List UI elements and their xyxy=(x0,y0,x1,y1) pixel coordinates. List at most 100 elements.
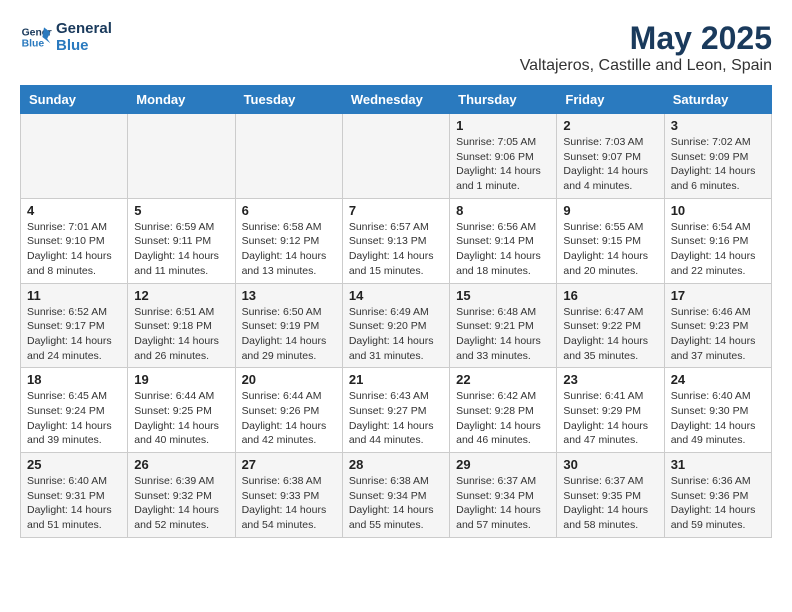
day-info: Sunrise: 6:39 AMSunset: 9:32 PMDaylight:… xyxy=(134,474,228,533)
day-info: Sunrise: 6:57 AMSunset: 9:13 PMDaylight:… xyxy=(349,220,443,279)
calendar-cell: 31Sunrise: 6:36 AMSunset: 9:36 PMDayligh… xyxy=(664,453,771,538)
weekday-header: Friday xyxy=(557,86,664,114)
day-number: 12 xyxy=(134,288,228,303)
calendar-header: SundayMondayTuesdayWednesdayThursdayFrid… xyxy=(21,86,772,114)
weekday-header: Wednesday xyxy=(342,86,449,114)
day-number: 3 xyxy=(671,118,765,133)
weekday-header: Sunday xyxy=(21,86,128,114)
calendar-cell: 30 Sunrise: 6:37 AMSunset: 9:35 PMDayligh… xyxy=(557,453,664,538)
calendar-cell: 7Sunrise: 6:57 AMSunset: 9:13 PMDaylight… xyxy=(342,198,449,283)
day-number: 28 xyxy=(349,457,443,472)
day-info: Sunrise: 6:40 AMSunset: 9:31 PMDaylight:… xyxy=(27,474,121,533)
day-info: Sunrise: 6:49 AMSunset: 9:20 PMDaylight:… xyxy=(349,305,443,364)
calendar-cell: 11 Sunrise: 6:52 AMSunset: 9:17 PMDayligh… xyxy=(21,283,128,368)
calendar-cell: 27 Sunrise: 6:38 AMSunset: 9:33 PMDayligh… xyxy=(235,453,342,538)
weekday-header: Thursday xyxy=(450,86,557,114)
calendar-cell: 9Sunrise: 6:55 AMSunset: 9:15 PMDaylight… xyxy=(557,198,664,283)
day-number: 26 xyxy=(134,457,228,472)
day-number: 1 xyxy=(456,118,550,133)
calendar-cell: 12 Sunrise: 6:51 AMSunset: 9:18 PMDayligh… xyxy=(128,283,235,368)
day-number: 17 xyxy=(671,288,765,303)
calendar-cell: 1 Sunrise: 7:05 AMSunset: 9:06 PMDaylight… xyxy=(450,114,557,199)
day-info: Sunrise: 6:37 AMSunset: 9:35 PMDaylight:… xyxy=(563,474,657,533)
logo-icon: General Blue xyxy=(20,21,52,53)
calendar-cell xyxy=(235,114,342,199)
weekday-header: Saturday xyxy=(664,86,771,114)
calendar-cell: 29Sunrise: 6:37 AMSunset: 9:34 PMDayligh… xyxy=(450,453,557,538)
calendar-cell: 24 Sunrise: 6:40 AMSunset: 9:30 PMDayligh… xyxy=(664,368,771,453)
day-number: 16 xyxy=(563,288,657,303)
day-number: 15 xyxy=(456,288,550,303)
calendar-cell: 22 Sunrise: 6:42 AMSunset: 9:28 PMDayligh… xyxy=(450,368,557,453)
day-info: Sunrise: 6:54 AMSunset: 9:16 PMDaylight:… xyxy=(671,220,765,279)
calendar-cell: 18 Sunrise: 6:45 AMSunset: 9:24 PMDayligh… xyxy=(21,368,128,453)
calendar-cell: 26 Sunrise: 6:39 AMSunset: 9:32 PMDayligh… xyxy=(128,453,235,538)
day-number: 24 xyxy=(671,372,765,387)
page-header: General Blue General Blue May 2025 Valta… xyxy=(20,20,772,75)
day-number: 31 xyxy=(671,457,765,472)
calendar-cell: 19 Sunrise: 6:44 AMSunset: 9:25 PMDayligh… xyxy=(128,368,235,453)
day-number: 21 xyxy=(349,372,443,387)
calendar-cell: 25 Sunrise: 6:40 AMSunset: 9:31 PMDayligh… xyxy=(21,453,128,538)
calendar-cell: 3 Sunrise: 7:02 AMSunset: 9:09 PMDaylight… xyxy=(664,114,771,199)
day-info: Sunrise: 6:44 AMSunset: 9:25 PMDaylight:… xyxy=(134,389,228,448)
calendar-cell: 23 Sunrise: 6:41 AMSunset: 9:29 PMDayligh… xyxy=(557,368,664,453)
weekday-header: Monday xyxy=(128,86,235,114)
calendar-cell xyxy=(128,114,235,199)
day-info: Sunrise: 6:59 AMSunset: 9:11 PMDaylight:… xyxy=(134,220,228,279)
day-number: 25 xyxy=(27,457,121,472)
day-number: 22 xyxy=(456,372,550,387)
calendar-cell: 2Sunrise: 7:03 AMSunset: 9:07 PMDaylight… xyxy=(557,114,664,199)
calendar-cell: 21Sunrise: 6:43 AMSunset: 9:27 PMDayligh… xyxy=(342,368,449,453)
title-block: May 2025 Valtajeros, Castille and Leon, … xyxy=(520,20,772,75)
day-info: Sunrise: 6:50 AMSunset: 9:19 PMDaylight:… xyxy=(242,305,336,364)
calendar-cell: 5 Sunrise: 6:59 AMSunset: 9:11 PMDaylight… xyxy=(128,198,235,283)
day-number: 14 xyxy=(349,288,443,303)
day-info: Sunrise: 7:05 AMSunset: 9:06 PMDaylight:… xyxy=(456,135,550,194)
day-info: Sunrise: 6:41 AMSunset: 9:29 PMDaylight:… xyxy=(563,389,657,448)
calendar-cell xyxy=(342,114,449,199)
logo-line1: General xyxy=(56,20,112,37)
day-number: 23 xyxy=(563,372,657,387)
calendar-table: SundayMondayTuesdayWednesdayThursdayFrid… xyxy=(20,85,772,538)
day-number: 8 xyxy=(456,203,550,218)
calendar-cell xyxy=(21,114,128,199)
day-info: Sunrise: 6:51 AMSunset: 9:18 PMDaylight:… xyxy=(134,305,228,364)
logo-line2: Blue xyxy=(56,37,112,54)
day-info: Sunrise: 6:56 AMSunset: 9:14 PMDaylight:… xyxy=(456,220,550,279)
day-number: 19 xyxy=(134,372,228,387)
day-info: Sunrise: 6:38 AMSunset: 9:33 PMDaylight:… xyxy=(242,474,336,533)
weekday-header: Tuesday xyxy=(235,86,342,114)
location-title: Valtajeros, Castille and Leon, Spain xyxy=(520,57,772,75)
day-info: Sunrise: 6:37 AMSunset: 9:34 PMDaylight:… xyxy=(456,474,550,533)
day-info: Sunrise: 6:45 AMSunset: 9:24 PMDaylight:… xyxy=(27,389,121,448)
day-number: 2 xyxy=(563,118,657,133)
logo: General Blue General Blue xyxy=(20,20,112,54)
day-info: Sunrise: 6:47 AMSunset: 9:22 PMDaylight:… xyxy=(563,305,657,364)
day-info: Sunrise: 6:58 AMSunset: 9:12 PMDaylight:… xyxy=(242,220,336,279)
calendar-cell: 8 Sunrise: 6:56 AMSunset: 9:14 PMDaylight… xyxy=(450,198,557,283)
calendar-cell: 14 Sunrise: 6:49 AMSunset: 9:20 PMDayligh… xyxy=(342,283,449,368)
day-info: Sunrise: 7:01 AMSunset: 9:10 PMDaylight:… xyxy=(27,220,121,279)
calendar-cell: 13 Sunrise: 6:50 AMSunset: 9:19 PMDayligh… xyxy=(235,283,342,368)
calendar-cell: 15Sunrise: 6:48 AMSunset: 9:21 PMDayligh… xyxy=(450,283,557,368)
day-number: 18 xyxy=(27,372,121,387)
day-info: Sunrise: 6:40 AMSunset: 9:30 PMDaylight:… xyxy=(671,389,765,448)
day-info: Sunrise: 6:42 AMSunset: 9:28 PMDaylight:… xyxy=(456,389,550,448)
day-number: 27 xyxy=(242,457,336,472)
day-number: 20 xyxy=(242,372,336,387)
day-info: Sunrise: 6:44 AMSunset: 9:26 PMDaylight:… xyxy=(242,389,336,448)
day-number: 11 xyxy=(27,288,121,303)
calendar-cell: 16 Sunrise: 6:47 AMSunset: 9:22 PMDayligh… xyxy=(557,283,664,368)
day-info: Sunrise: 6:46 AMSunset: 9:23 PMDaylight:… xyxy=(671,305,765,364)
day-info: Sunrise: 6:55 AMSunset: 9:15 PMDaylight:… xyxy=(563,220,657,279)
day-info: Sunrise: 6:38 AMSunset: 9:34 PMDaylight:… xyxy=(349,474,443,533)
day-info: Sunrise: 6:52 AMSunset: 9:17 PMDaylight:… xyxy=(27,305,121,364)
day-info: Sunrise: 7:02 AMSunset: 9:09 PMDaylight:… xyxy=(671,135,765,194)
svg-text:Blue: Blue xyxy=(22,39,45,50)
day-number: 30 xyxy=(563,457,657,472)
calendar-cell: 17 Sunrise: 6:46 AMSunset: 9:23 PMDayligh… xyxy=(664,283,771,368)
day-number: 5 xyxy=(134,203,228,218)
day-number: 13 xyxy=(242,288,336,303)
calendar-cell: 28 Sunrise: 6:38 AMSunset: 9:34 PMDayligh… xyxy=(342,453,449,538)
